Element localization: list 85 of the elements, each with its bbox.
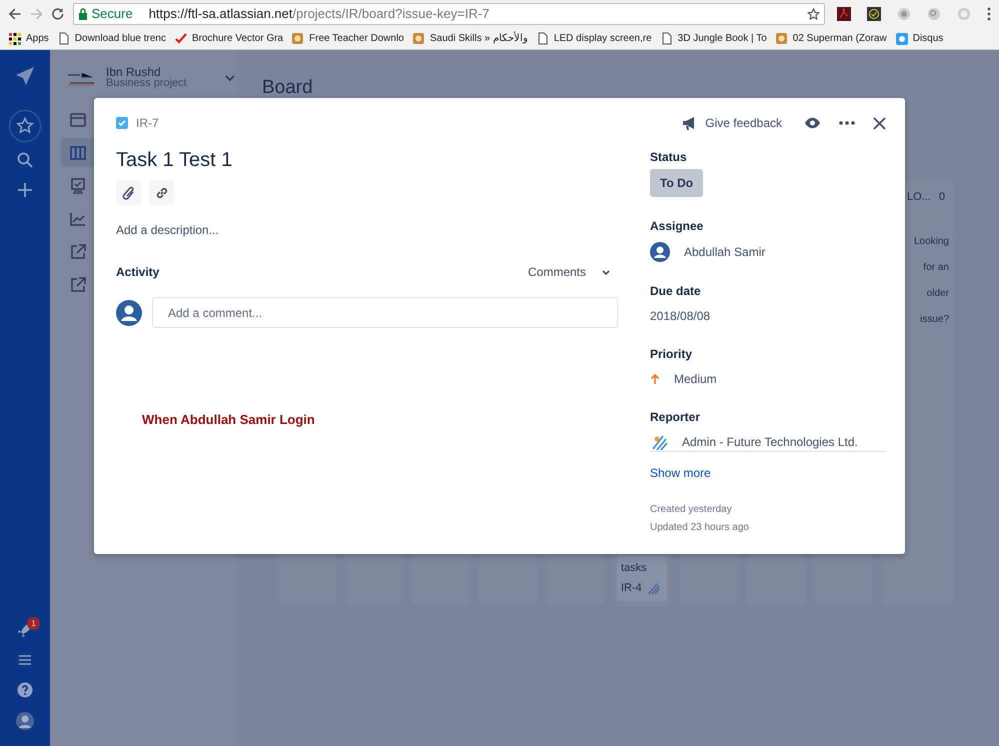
arrow-up-icon [650, 373, 660, 385]
bookmark-link[interactable]: Apps [26, 31, 49, 46]
bookmark-link[interactable]: Free Teacher Downlo [309, 31, 404, 46]
site-logo-icon [412, 32, 426, 46]
url-text[interactable]: https://ftl-sa.atlassian.net/projects/IR/board?issue-key=IR-7 [148, 4, 490, 24]
field-label: Assignee [650, 218, 704, 235]
bookmark-link[interactable]: Disqus [912, 31, 944, 46]
give-feedback-button[interactable]: Give feedback [681, 114, 782, 132]
check-extension-icon[interactable] [867, 7, 881, 21]
secure-label: Secure [92, 5, 133, 24]
menu-icon[interactable] [18, 654, 32, 666]
lock-icon [78, 8, 88, 20]
issue-title[interactable]: Task 1 Test 1 [116, 148, 618, 172]
field-label: Status [650, 149, 688, 166]
star-button[interactable] [9, 110, 41, 142]
bookmark-link[interactable]: Download blue trenc [74, 31, 166, 46]
board-title: Board [262, 76, 314, 100]
paperclip-icon [122, 184, 136, 200]
apps-grid-icon [8, 32, 22, 46]
bookmark-link[interactable]: 02 Superman (Zoraw [792, 31, 887, 46]
striped-logo-icon [646, 581, 660, 596]
user-avatar-icon[interactable] [16, 712, 34, 730]
empty-column-hint: Looking for an older issue? [912, 235, 950, 327]
field-value: 2018/08/08 [650, 308, 710, 325]
chat-bubble-icon [894, 32, 909, 46]
help-icon[interactable] [17, 682, 33, 698]
eye-icon[interactable] [804, 117, 821, 129]
reload-icon[interactable] [51, 7, 64, 21]
columns-icon [69, 144, 87, 162]
comments-dropdown[interactable]: Comments [528, 263, 610, 281]
bookmark-link[interactable]: 3D Jungle Book | To [678, 31, 767, 46]
bookmark-link[interactable]: Saudi Skills » والأحكام [430, 31, 528, 46]
annotation-text: When Abdullah Samir Login [142, 411, 316, 429]
status-button[interactable]: To Do [650, 169, 704, 197]
field-value[interactable]: Medium [674, 370, 717, 388]
site-logo-icon [774, 32, 789, 46]
page-icon [56, 32, 71, 46]
field-value[interactable]: Abdullah Samir [684, 243, 766, 261]
page-icon [660, 32, 674, 46]
project-type: Business project [106, 78, 187, 89]
field-label: Reporter [650, 409, 702, 426]
notification-count: 1 [27, 617, 40, 630]
bookmark-link[interactable]: LED display screen,re [554, 31, 652, 46]
column-header: LO... [907, 190, 931, 204]
field-label: Priority [650, 346, 694, 363]
project-name: Ibn Rushd [106, 66, 161, 78]
user-avatar-icon [116, 300, 142, 326]
striped-logo-icon [650, 433, 668, 451]
check-icon [174, 32, 188, 46]
show-more-link[interactable]: Show more [650, 464, 886, 482]
search-icon[interactable] [17, 152, 33, 168]
menu-icon[interactable] [987, 7, 991, 21]
created-date: Created yesterday [650, 503, 733, 517]
extension-icon[interactable] [927, 7, 941, 21]
more-icon[interactable] [839, 121, 855, 125]
paper-plane-icon [15, 66, 35, 86]
column-count: 0 [938, 190, 945, 204]
site-logo-icon [291, 32, 306, 46]
updated-date: Updated 23 hours ago [650, 521, 750, 535]
star-icon[interactable] [16, 117, 34, 135]
extension-icon[interactable] [897, 7, 911, 21]
plus-icon[interactable] [17, 182, 33, 198]
issue-card[interactable]: tasks IR-4 [617, 556, 667, 600]
window-icon [69, 110, 87, 128]
external-link-icon [69, 276, 87, 294]
description-placeholder[interactable]: Add a description... [116, 221, 618, 239]
pdf-extension-icon[interactable] [837, 7, 851, 21]
bookmark-link[interactable]: Brochure Vector Gra [192, 31, 284, 46]
external-link-icon [69, 242, 87, 260]
user-avatar-icon [650, 242, 670, 262]
chevron-down-icon [602, 270, 610, 274]
comment-field[interactable]: Add a comment... [152, 297, 618, 328]
field-label: Due date [650, 283, 702, 300]
star-icon[interactable] [807, 8, 820, 20]
attach-button[interactable] [116, 180, 141, 205]
close-icon[interactable] [873, 116, 886, 130]
activity-heading: Activity [116, 264, 160, 281]
page-icon [536, 32, 550, 46]
task-checkbox-icon [116, 117, 128, 129]
issue-key-link[interactable]: IR-7 [136, 114, 159, 132]
field-value[interactable]: Admin - Future Technologies Ltd. [682, 433, 858, 451]
chevron-down-icon[interactable] [224, 74, 235, 80]
link-button[interactable] [149, 180, 174, 205]
monitor-icon [69, 176, 87, 194]
back-icon[interactable] [8, 7, 22, 21]
